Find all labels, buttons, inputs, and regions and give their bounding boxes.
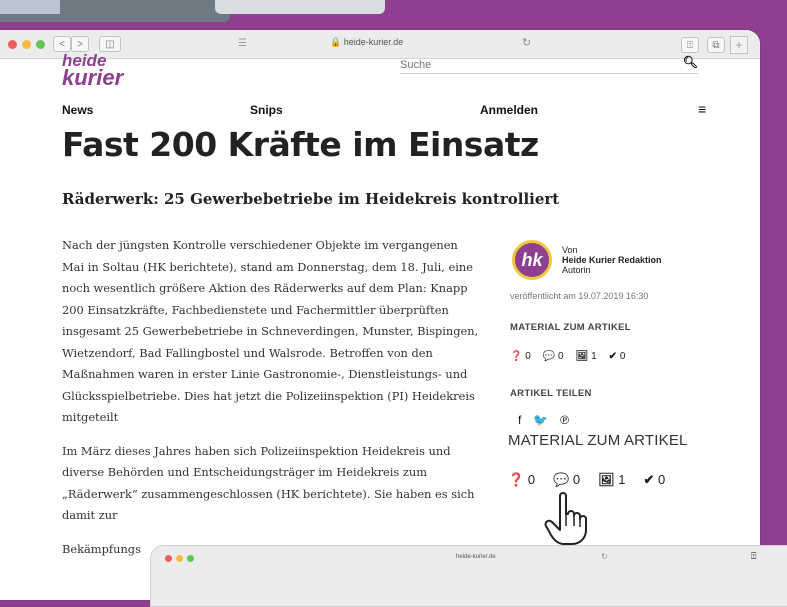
author-role: Autorin [562, 265, 591, 275]
counter-value: 1 [618, 472, 626, 487]
author-prefix: Von [562, 245, 578, 255]
share-icon[interactable]: ⍐ [681, 37, 699, 53]
secondary-address-bar[interactable]: heide-kurier.de [456, 554, 496, 560]
counter-value: 0 [558, 351, 564, 362]
close-window-button[interactable] [8, 39, 17, 49]
check-icon: ✔ [643, 472, 655, 487]
reload-icon[interactable]: ↻ [601, 552, 608, 561]
page-title: Fast 200 Kräfte im Einsatz [62, 125, 539, 164]
sidebar-toggle-icon[interactable]: ◫ [99, 36, 121, 52]
material-heading: MATERIAL ZUM ARTIKEL [510, 322, 631, 333]
comment-icon: 💬 [553, 472, 570, 487]
comment-icon: 💬 [542, 351, 556, 362]
zoomed-image-counter[interactable]: 🖼 1 [598, 472, 625, 488]
address-bar[interactable]: 🔒 heide-kurier.de [330, 37, 403, 48]
question-icon: ❓ [510, 351, 523, 362]
check-icon: ✔ [608, 351, 618, 362]
twitter-icon[interactable]: 🐦 [533, 413, 548, 427]
zoomed-question-counter[interactable]: ❓ 0 [508, 472, 535, 488]
check-counter[interactable]: ✔ 0 [609, 351, 626, 362]
secondary-window-controls [165, 554, 194, 562]
article-paragraph: Nach der jüngsten Kontrolle verschiedene… [62, 238, 479, 424]
author-info: Von Heide Kurier Redaktion Autorin [562, 245, 662, 275]
url-text: heide-kurier.de [343, 37, 404, 47]
background-device-screen [0, 0, 60, 14]
comment-counter[interactable]: 💬 0 [543, 351, 564, 362]
nav-item-snips[interactable]: Snips [250, 103, 283, 117]
avatar[interactable]: hk [512, 240, 552, 280]
counter-value: 0 [619, 351, 626, 362]
material-counters: ❓ 0 💬 0 🖼 1 ✔ 0 [510, 351, 625, 362]
article-subtitle: Räderwerk: 25 Gewerbebetriebe im Heidekr… [62, 190, 560, 208]
search-icon[interactable]: 🔍︎ [683, 55, 698, 69]
search-field[interactable]: 🔍︎ [400, 55, 698, 74]
image-counter[interactable]: 🖼 1 [576, 351, 597, 362]
question-counter[interactable]: ❓ 0 [510, 351, 531, 362]
tabs-icon[interactable]: ⧉ [707, 37, 725, 53]
secondary-browser-window: heide-kurier.de ↻ ⍐ [150, 545, 787, 607]
close-window-button[interactable] [165, 554, 172, 562]
nav-item-news[interactable]: News [62, 103, 93, 117]
zoomed-material-counters: ❓ 0 💬 0 🖼 1 ✔ 0 [508, 472, 665, 488]
new-tab-button[interactable]: + [730, 36, 748, 54]
back-button[interactable]: < [53, 36, 71, 52]
minimize-window-button[interactable] [176, 554, 183, 562]
counter-value: 0 [572, 472, 581, 487]
zoomed-check-counter[interactable]: ✔ 0 [643, 472, 665, 488]
pinterest-icon[interactable]: ℗ [560, 413, 569, 427]
counter-value: 0 [658, 472, 666, 487]
search-input[interactable] [400, 59, 650, 71]
logo-line2: kurier [62, 65, 124, 91]
counter-value: 1 [591, 351, 597, 362]
pointer-hand-icon [544, 492, 587, 545]
minimize-window-button[interactable] [22, 39, 31, 49]
nav-item-anmelden[interactable]: Anmelden [480, 103, 538, 117]
reader-mode-icon[interactable]: ☰ [238, 38, 247, 49]
share-icon[interactable]: ⍐ [751, 551, 756, 562]
background-device-edge [215, 0, 385, 14]
share-heading: ARTIKEL TEILEN [510, 388, 592, 399]
image-icon: 🖼 [575, 351, 589, 362]
reload-icon[interactable]: ↻ [522, 36, 531, 49]
social-links: f 🐦 ℗ [518, 413, 569, 427]
facebook-icon[interactable]: f [518, 413, 521, 427]
author-name[interactable]: Heide Kurier Redaktion [562, 255, 662, 265]
window-controls [8, 39, 45, 49]
counter-value: 0 [527, 472, 536, 487]
forward-button[interactable]: > [71, 36, 89, 52]
counter-value: 0 [525, 351, 531, 362]
question-icon: ❓ [508, 472, 525, 487]
image-icon: 🖼 [598, 472, 615, 487]
zoomed-comment-counter[interactable]: 💬 0 [553, 472, 580, 488]
article-paragraph: Im März dieses Jahres haben sich Polizei… [62, 443, 475, 523]
site-logo[interactable]: heide kurier [62, 52, 124, 91]
maximize-window-button[interactable] [187, 554, 194, 562]
maximize-window-button[interactable] [36, 39, 45, 49]
article-body: Nach der jüngsten Kontrolle verschiedene… [62, 235, 482, 572]
hamburger-menu-icon[interactable]: ≡ [698, 101, 706, 117]
published-date: veröffentlicht am 19.07.2019 16:30 [510, 291, 649, 301]
zoomed-material-heading: MATERIAL ZUM ARTIKEL [508, 432, 688, 449]
